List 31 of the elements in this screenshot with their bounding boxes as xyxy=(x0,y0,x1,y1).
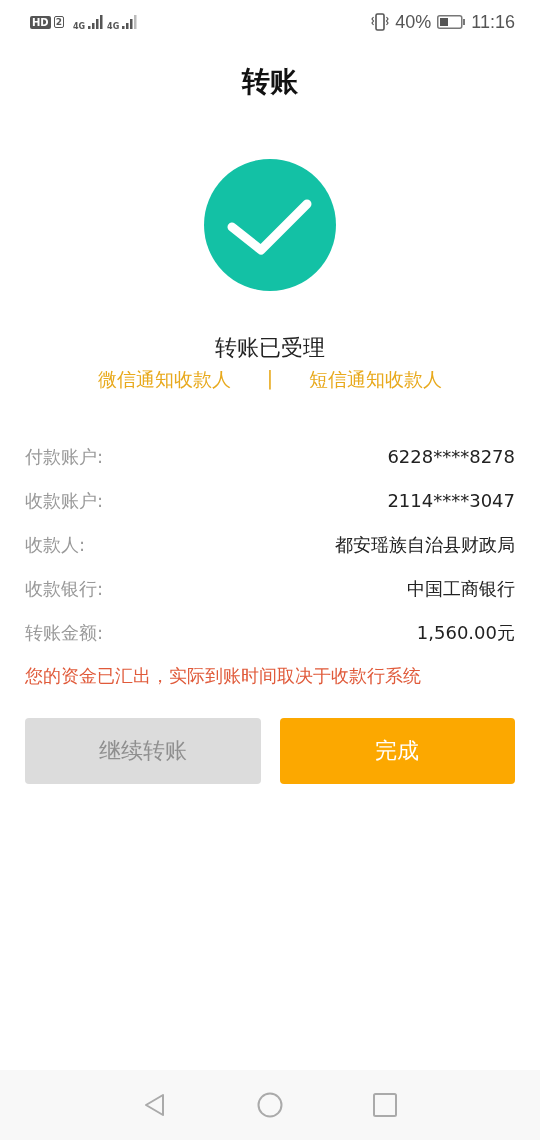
clock: 11:16 xyxy=(471,11,515,33)
detail-label: 收款银行: xyxy=(25,576,104,601)
battery-icon xyxy=(437,15,466,29)
recents-icon[interactable] xyxy=(373,1093,397,1117)
notice-text: 您的资金已汇出，实际到账时间取决于收款行系统 xyxy=(24,664,422,688)
hd-badge: HD xyxy=(30,15,51,29)
link-separator: | xyxy=(266,367,274,392)
detail-label: 付款账户: xyxy=(25,444,104,469)
detail-label: 收款人: xyxy=(25,532,86,557)
detail-value: 1,560.00元 xyxy=(416,620,515,645)
page-title: 转账 xyxy=(240,64,299,100)
signal-icon xyxy=(88,15,105,29)
back-icon[interactable] xyxy=(143,1093,167,1117)
notify-link[interactable]: 短信通知收款人 xyxy=(309,367,443,393)
success-check-icon xyxy=(204,159,336,291)
vibrate-icon xyxy=(371,13,390,31)
done-button[interactable]: 完成 xyxy=(279,718,515,784)
network-type: 4G xyxy=(72,21,86,31)
sim-number: 2 xyxy=(53,16,64,28)
signal-icon xyxy=(122,15,139,29)
notify-link[interactable]: 微信通知收款人 xyxy=(97,367,231,393)
detail-value: 中国工商银行 xyxy=(407,576,515,601)
detail-value: 2114****3047 xyxy=(387,490,515,511)
battery-percent: 40% xyxy=(395,11,432,33)
detail-label: 收款账户: xyxy=(25,488,104,513)
result-message: 转账已受理 xyxy=(214,334,326,362)
home-icon[interactable] xyxy=(257,1092,283,1118)
detail-value: 6228****8278 xyxy=(387,446,515,467)
detail-label: 转账金额: xyxy=(25,620,104,645)
network-type: 4G xyxy=(107,21,120,31)
detail-value: 都安瑶族自治县财政局 xyxy=(335,532,515,557)
